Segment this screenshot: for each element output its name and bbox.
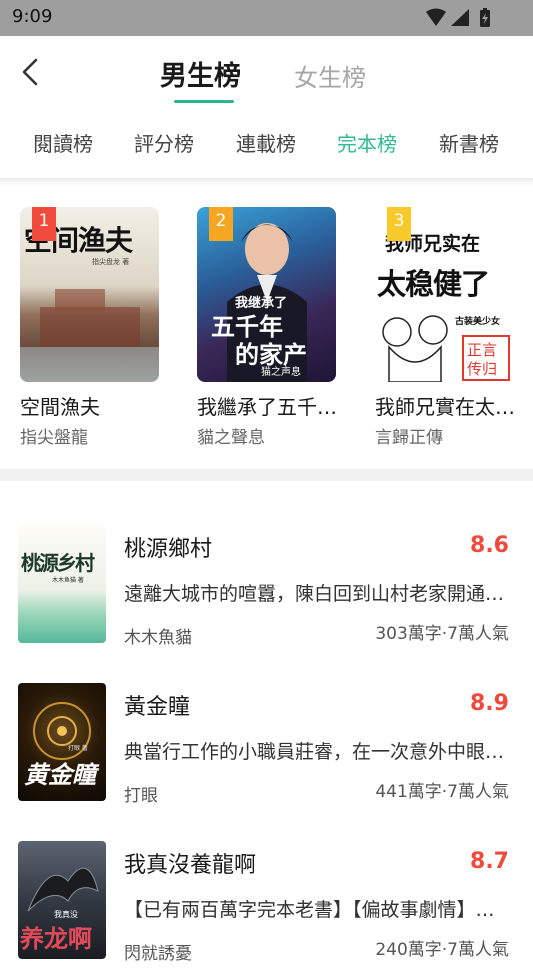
podium-author: 指尖盤龍 <box>20 428 88 448</box>
list-item[interactable]: 黄金瞳 打眼 著 黃金瞳 8.9 典當行工作的小職員莊睿，在一次意外中眼… 打眼… <box>0 683 533 813</box>
cover-author: 猫之声息 <box>261 367 301 378</box>
book-thumbnail: 桃源乡村 木木鱼猫 著 <box>18 525 106 643</box>
book-author: 打眼 <box>124 786 158 806</box>
book-stats: 303萬字·7萬人氣 <box>375 624 509 644</box>
back-chevron-left-icon[interactable] <box>18 56 46 88</box>
book-score: 8.7 <box>470 849 509 874</box>
book-title: 黃金瞳 <box>124 695 191 720</box>
rank-badge: 3 <box>387 207 411 241</box>
book-description: 遠離大城市的喧囂，陳白回到山村老家開通… <box>124 583 505 605</box>
rank-badge: 1 <box>32 207 56 241</box>
book-score: 8.9 <box>470 691 509 716</box>
subtab-new[interactable]: 新書榜 <box>439 128 499 157</box>
list-item[interactable]: 我真没 养龙啊 我真沒養龍啊 8.7 【已有兩百萬字完本老書】【偏故事劇情】… … <box>0 841 533 971</box>
podium-title: 我繼承了五千… <box>197 395 337 419</box>
book-stats: 240萬字·7萬人氣 <box>375 940 509 960</box>
cover-tag: 古装美少女 <box>455 317 501 327</box>
status-icons <box>426 8 490 27</box>
signal-icon <box>451 9 469 26</box>
ranking-subtabs: 閱讀榜 評分榜 連載榜 完本榜 新書榜 <box>0 128 533 168</box>
thumb-title: 黄金瞳 <box>24 761 96 789</box>
section-divider <box>0 469 533 481</box>
tab-male-ranking[interactable]: 男生榜 <box>160 54 241 93</box>
status-time: 9:09 <box>12 6 53 27</box>
cover-seal: 正言传归 <box>467 341 498 378</box>
active-tab-indicator <box>174 100 234 103</box>
podium-title: 我師兄實在太… <box>375 395 515 419</box>
wifi-icon <box>426 8 446 26</box>
rank-badge: 2 <box>209 207 233 241</box>
list-item[interactable]: 桃源乡村 木木鱼猫 著 桃源鄉村 8.6 遠離大城市的喧囂，陳白回到山村老家開通… <box>0 525 533 655</box>
book-thumbnail: 我真没 养龙啊 <box>18 841 106 959</box>
book-description: 【已有兩百萬字完本老書】【偏故事劇情】… <box>124 899 495 921</box>
thumb-title: 养龙啊 <box>20 925 92 953</box>
subtab-rating[interactable]: 評分榜 <box>134 128 194 157</box>
book-score: 8.6 <box>470 533 509 558</box>
book-title: 我真沒養龍啊 <box>124 853 257 878</box>
status-bar: 9:09 <box>0 0 533 36</box>
subtab-reading[interactable]: 閱讀榜 <box>33 128 93 157</box>
cover-author: 指尖盘龙 著 <box>92 258 130 266</box>
book-author: 木木魚貓 <box>124 628 192 648</box>
cover-title-big: 太稳健了 <box>377 267 490 301</box>
thumb-author: 打眼 著 <box>68 745 88 752</box>
book-stats: 441萬字·7萬人氣 <box>375 782 509 802</box>
podium-author: 貓之聲息 <box>197 428 265 448</box>
book-description: 典當行工作的小職員莊睿，在一次意外中眼… <box>124 741 505 763</box>
top-navigation: 男生榜 女生榜 <box>0 36 533 106</box>
book-title: 桃源鄉村 <box>124 537 213 562</box>
podium-title: 空間漁夫 <box>20 395 100 419</box>
tab-female-ranking[interactable]: 女生榜 <box>294 58 366 93</box>
podium-author: 言歸正傳 <box>375 428 443 448</box>
thumb-author: 木木鱼猫 著 <box>52 577 84 584</box>
subtab-completed[interactable]: 完本榜 <box>337 128 397 157</box>
book-author: 閃就誘憂 <box>124 944 192 964</box>
subtab-serial[interactable]: 連載榜 <box>236 128 296 157</box>
thumb-title: 桃源乡村 <box>21 551 95 575</box>
book-thumbnail: 黄金瞳 打眼 著 <box>18 683 106 801</box>
subtabs-shadow <box>0 178 533 186</box>
